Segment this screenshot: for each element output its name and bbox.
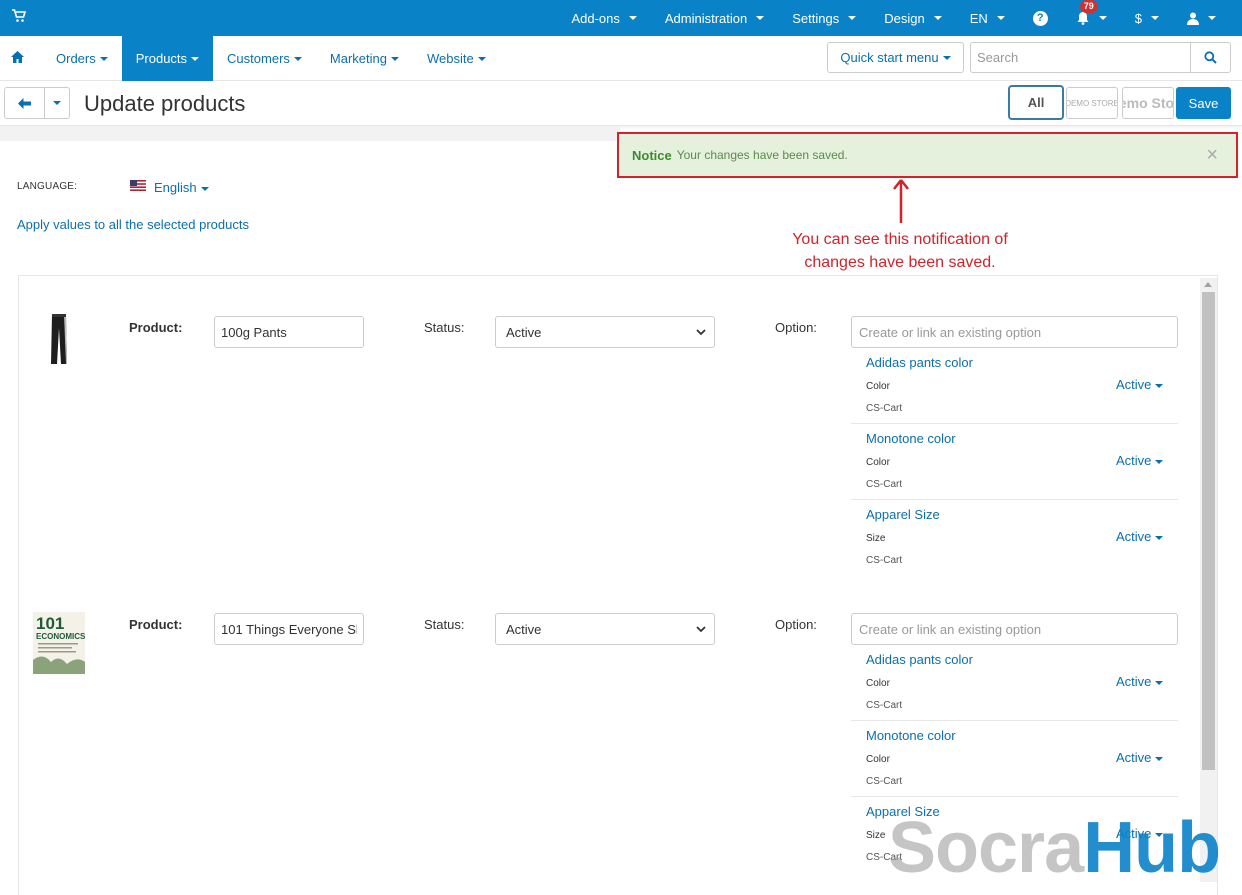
option-name-link[interactable]: Adidas pants color [866,355,973,370]
product-name-input[interactable] [214,316,364,348]
option-label: Option: [775,320,817,335]
option-search-input[interactable] [851,316,1178,348]
watermark-text: Hub [1083,808,1221,888]
scrollbar-thumb[interactable] [1202,292,1215,770]
option-store: CS-Cart [866,776,903,787]
book-cover-number: 101 [36,614,64,633]
scrollbar[interactable] [1200,278,1217,882]
option-store: CS-Cart [866,555,903,566]
product-label: Product: [129,617,183,632]
option-store: CS-Cart [866,700,903,711]
option-status-dropdown[interactable]: Active [1116,529,1164,544]
product-image-pants[interactable] [33,310,85,372]
option-search-input[interactable] [851,613,1178,645]
option-type: Color [866,754,890,765]
option-type: Size [866,533,886,544]
chevron-down-icon [696,626,706,633]
product-image-book[interactable]: 101 ECONOMICS [33,612,85,674]
product-label: Product: [129,320,183,335]
option-name-link[interactable]: Adidas pants color [866,652,973,667]
option-label: Option: [775,617,817,632]
status-label: Status: [424,617,465,632]
option-status-value: Active [1116,750,1152,765]
status-value: Active [506,324,542,340]
option-status-value: Active [1116,377,1152,392]
option-type: Color [866,381,890,392]
option-name-link[interactable]: Apparel Size [866,507,940,522]
option-item: Monotone color Color CS-Cart Active [851,424,1178,500]
option-status-dropdown[interactable]: Active [1116,750,1164,765]
option-item: Adidas pants color Color CS-Cart Active [851,348,1178,424]
option-status-dropdown[interactable]: Active [1116,453,1164,468]
status-label: Status: [424,320,465,335]
option-item: Adidas pants color Color CS-Cart Active [851,645,1178,721]
option-status-dropdown[interactable]: Active [1116,377,1164,392]
close-icon[interactable]: × [1206,145,1218,165]
option-status-value: Active [1116,453,1152,468]
caret-down-icon [1155,383,1164,388]
status-select[interactable]: Active [495,613,715,645]
option-item: Apparel Size Size CS-Cart Active [851,500,1178,576]
caret-down-icon [1155,535,1164,540]
product-name-input[interactable] [214,613,364,645]
chevron-down-icon [696,329,706,336]
option-name-link[interactable]: Monotone color [866,728,956,743]
option-type: Color [866,678,890,689]
option-type: Color [866,457,890,468]
option-store: CS-Cart [866,403,903,414]
scroll-up-icon[interactable] [1204,282,1212,287]
option-status-value: Active [1116,674,1152,689]
option-store: CS-Cart [866,479,903,490]
option-item: Monotone color Color CS-Cart Active [851,721,1178,797]
option-name-link[interactable]: Monotone color [866,431,956,446]
option-status-value: Active [1116,529,1152,544]
caret-down-icon [1208,16,1216,20]
watermark-text: Socra [888,808,1084,888]
book-cover-title: ECONOMICS [36,632,85,641]
caret-down-icon [1155,680,1164,685]
status-value: Active [506,621,542,637]
caret-down-icon [1155,459,1164,464]
status-select[interactable]: Active [495,316,715,348]
product-row: 101 ECONOMICS Product: Status: Active Op… [0,0,1200,863]
option-type: Size [866,830,886,841]
watermark-logo: SocraHub [888,812,1221,884]
search-icon [1204,51,1217,64]
caret-down-icon [1155,756,1164,761]
option-status-dropdown[interactable]: Active [1116,674,1164,689]
